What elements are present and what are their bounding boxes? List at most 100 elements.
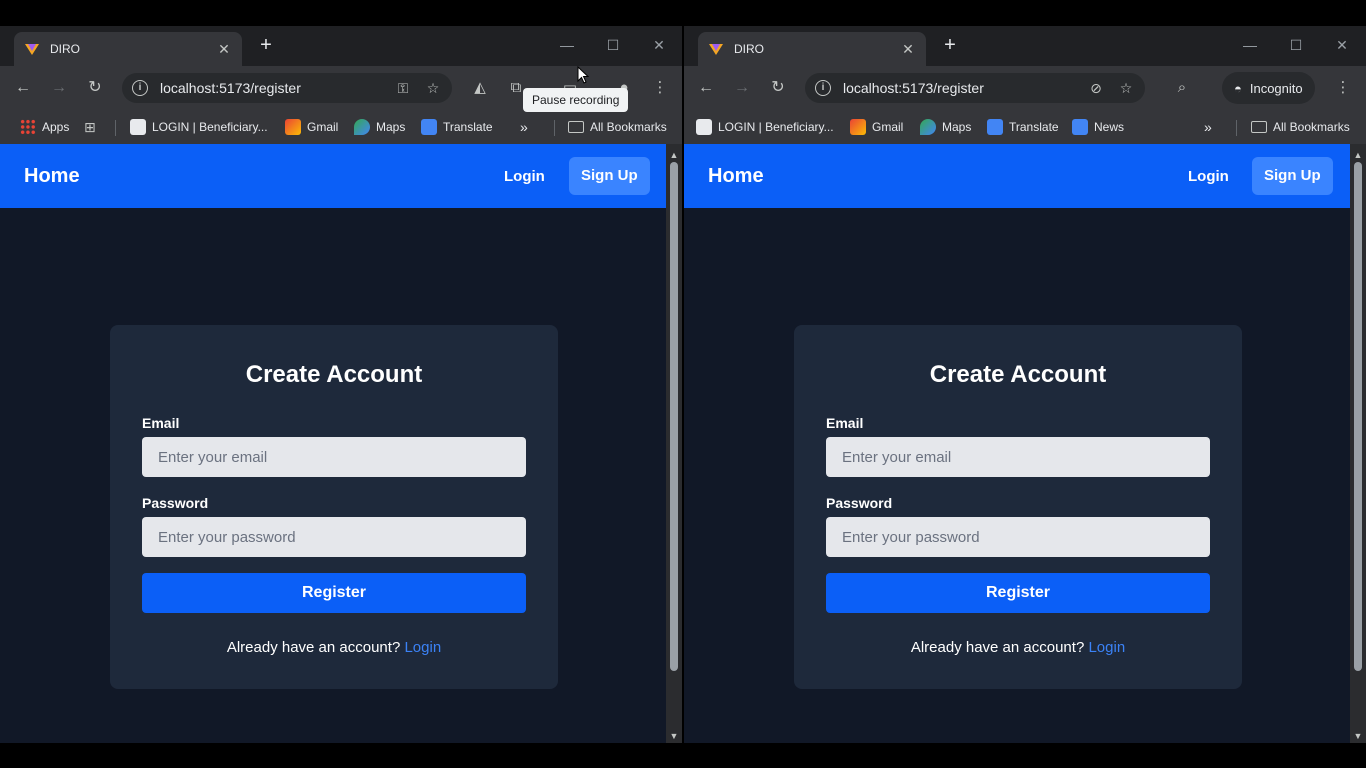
bookmarks-bar: Apps ⊞ LOGIN | Beneficiary... Gmail Maps… [0,110,682,144]
site-info-icon[interactable]: i [132,80,148,96]
maximize-icon[interactable]: ☐ [601,34,625,56]
minimize-icon[interactable]: — [1238,34,1262,56]
scroll-thumb[interactable] [670,162,678,671]
tooltip: Pause recording [523,88,629,112]
toolbar: ← → ↻ i localhost:5173/register ⊘ ☆ ⌕ ◓ … [684,66,1366,110]
new-tab-button[interactable]: + [940,35,960,56]
screen: DIRO ✕ + — ☐ ✕ ← → ↻ i localhost:5173/re… [0,0,1366,768]
bookmark-translate[interactable]: Translate [421,118,493,136]
tab-search-icon[interactable]: ⌕ [1171,77,1193,99]
address-bar[interactable]: i localhost:5173/register ⚿ ☆ [122,73,452,103]
back-icon[interactable]: ← [12,77,34,99]
address-bar[interactable]: i localhost:5173/register ⊘ ☆ [805,73,1145,103]
nav-signup-button[interactable]: Sign Up [1252,157,1333,195]
scroll-up-icon[interactable]: ▲ [1350,148,1366,162]
bookmark-separator [1236,120,1237,136]
more-bookmarks-chevron-icon[interactable]: » [1204,118,1212,136]
nav-login-link[interactable]: Login [504,168,545,185]
page-viewport: Home Login Sign Up Create Account Email … [684,144,1350,743]
scroll-down-icon[interactable]: ▼ [1350,729,1366,743]
tab-diro[interactable]: DIRO ✕ [698,32,926,66]
extension-icon[interactable]: ◭ [469,77,491,99]
nav-home-link[interactable]: Home [24,165,80,188]
all-bookmarks[interactable]: All Bookmarks [568,118,667,136]
url-text: localhost:5173/register [160,80,301,96]
menu-kebab-icon[interactable]: ⋮ [649,77,671,99]
folder-icon [1251,121,1267,133]
site-info-icon[interactable]: i [815,80,831,96]
new-tab-button[interactable]: + [256,35,276,56]
page-scrollbar[interactable]: ▲ ▼ [666,144,682,743]
bookmark-news[interactable]: News [1072,118,1124,136]
app-navbar: Home Login Sign Up [0,144,666,208]
password-key-icon[interactable]: ⚿ [392,80,414,97]
login-link[interactable]: Login [1088,639,1125,656]
close-window-icon[interactable]: ✕ [1330,34,1354,56]
bookmark-star-icon[interactable]: ☆ [1115,80,1137,97]
forward-icon[interactable]: → [48,77,70,99]
email-input[interactable] [826,437,1210,477]
apps-grid-icon [20,119,36,135]
folder-icon [568,121,584,133]
forward-icon[interactable]: → [731,77,753,99]
reload-icon[interactable]: ↻ [767,77,789,99]
bookmark-maps[interactable]: Maps [920,118,971,136]
minimize-icon[interactable]: — [555,34,579,56]
bookmark-translate[interactable]: Translate [987,118,1059,136]
page-viewport: Home Login Sign Up Create Account Email … [0,144,666,743]
all-bookmarks[interactable]: All Bookmarks [1251,118,1350,136]
reload-icon[interactable]: ↻ [84,77,106,99]
nav-home-link[interactable]: Home [708,165,764,188]
login-link[interactable]: Login [404,639,441,656]
tab-strip: DIRO ✕ + — ☐ ✕ [684,26,1366,66]
login-prompt: Already have an account? Login [110,639,558,656]
page-scrollbar[interactable]: ▲ ▼ [1350,144,1366,743]
tab-diro[interactable]: DIRO ✕ [14,32,242,66]
maps-icon [354,119,370,135]
scroll-up-icon[interactable]: ▲ [666,148,682,162]
bookmark-gmail[interactable]: Gmail [285,118,338,136]
tab-groups-icon[interactable]: ⊞ [84,118,96,136]
nav-login-link[interactable]: Login [1188,168,1229,185]
bookmark-login-beneficiary[interactable]: LOGIN | Beneficiary... [696,118,834,136]
scroll-thumb[interactable] [1354,162,1362,671]
bookmark-apps[interactable]: Apps [20,118,69,136]
tracking-protection-eye-icon[interactable]: ⊘ [1085,80,1107,97]
maximize-icon[interactable]: ☐ [1284,34,1308,56]
more-bookmarks-chevron-icon[interactable]: » [520,118,528,136]
mouse-cursor-icon [577,66,589,84]
bookmark-separator [554,120,555,136]
login-favicon-icon [696,119,712,135]
form-title: Create Account [929,361,1107,388]
bookmark-separator [115,120,116,136]
form-title: Create Account [245,361,423,388]
tab-close-icon[interactable]: ✕ [900,41,916,58]
translate-icon [421,119,437,135]
login-prompt-text: Already have an account? [226,639,401,656]
nav-signup-button[interactable]: Sign Up [569,157,650,195]
tab-close-icon[interactable]: ✕ [216,41,232,58]
app-navbar: Home Login Sign Up [684,144,1350,208]
url-text: localhost:5173/register [843,80,984,96]
diro-favicon-icon [709,44,723,55]
password-input[interactable] [142,517,526,557]
news-icon [1072,119,1088,135]
register-card: Create Account Email Password Register A… [110,325,558,689]
email-label: Email [826,415,864,431]
scroll-down-icon[interactable]: ▼ [666,729,682,743]
register-button[interactable]: Register [142,573,526,613]
password-input[interactable] [826,517,1210,557]
menu-kebab-icon[interactable]: ⋮ [1332,77,1354,99]
close-window-icon[interactable]: ✕ [647,34,671,56]
back-icon[interactable]: ← [695,77,717,99]
bookmark-login-beneficiary[interactable]: LOGIN | Beneficiary... [130,118,268,136]
email-input[interactable] [142,437,526,477]
incognito-badge[interactable]: ◓ Incognito [1222,72,1315,104]
register-button[interactable]: Register [826,573,1210,613]
translate-icon [987,119,1003,135]
bookmark-maps[interactable]: Maps [354,118,405,136]
tab-title: DIRO [50,42,80,56]
bookmark-gmail[interactable]: Gmail [850,118,903,136]
browser-window-left: DIRO ✕ + — ☐ ✕ ← → ↻ i localhost:5173/re… [0,26,682,743]
bookmark-star-icon[interactable]: ☆ [422,80,444,97]
